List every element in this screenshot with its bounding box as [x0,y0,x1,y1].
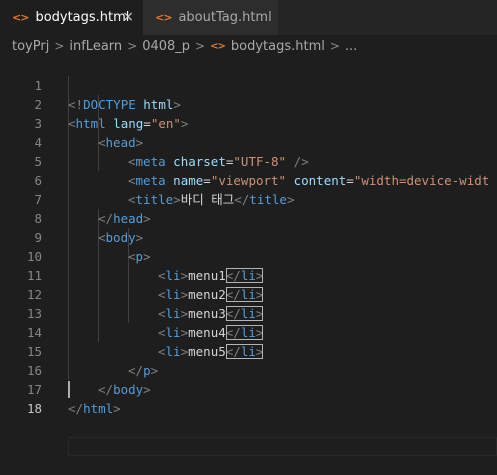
breadcrumb-item-inflearn[interactable]: infLearn [69,39,122,54]
code-line: 12 <li>menu3</li> [0,266,497,321]
breadcrumb-item-symbols[interactable]: ... [345,39,357,54]
chevron-right-icon: > [329,39,340,53]
breadcrumb-item-toyprj[interactable]: toyPrj [12,39,49,54]
code-line: 11 <li>menu2</li> [0,247,497,302]
code-line: 10 <li>menu1</li> [0,228,497,283]
tab-label: aboutTag.html [178,10,272,25]
code-line: 15 </p> [0,323,497,378]
code-line: 16 </body> [0,342,497,397]
chevron-right-icon: > [54,39,65,53]
breadcrumb: toyPrj > infLearn > 0408_p > <> bodytags… [0,35,497,57]
code-line: 2 <html lang="en"> [0,76,497,131]
code-editor[interactable]: 1 <!DOCTYPE html> 2 <html lang="en"> 3 <… [0,57,497,456]
chevron-right-icon: > [127,39,138,53]
html-file-icon: <> [12,11,29,24]
code-line: 6 <title>바디 태그</title> [0,152,497,207]
current-line-highlight [68,437,497,456]
breadcrumb-item-file[interactable]: bodytags.html [231,39,325,54]
tab-bar: <> bodytags.html × <> aboutTag.html [0,0,497,35]
line-number: 18 [26,401,42,416]
code-line: 1 <!DOCTYPE html> [0,57,497,112]
code-line: 4 <meta charset="UTF-8" /> [0,114,497,169]
code-line: 14 <li>menu5</li> [0,304,497,359]
code-line: 13 <li>menu4</li> [0,285,497,340]
code-line: 7 </head> [0,171,497,226]
code-line: 17 </html> [0,361,497,416]
html-file-icon: <> [210,40,226,52]
text-cursor [68,381,70,398]
code-line: 5 <meta name="viewport" content="width=d… [0,133,497,188]
html-file-icon: <> [155,11,172,24]
code-line: 3 <head> [0,95,497,150]
code-line: 9 <p> [0,209,497,264]
tab-abouttag[interactable]: <> aboutTag.html [143,0,278,35]
breadcrumb-item-0408p[interactable]: 0408_p [142,39,190,54]
chevron-right-icon: > [195,39,206,53]
close-icon[interactable]: × [122,9,134,25]
code-line-current: 18 [0,380,497,456]
tab-bodytags[interactable]: <> bodytags.html × [0,0,143,35]
code-line: 8 <body> [0,190,497,245]
tab-label: bodytags.html [35,10,130,25]
